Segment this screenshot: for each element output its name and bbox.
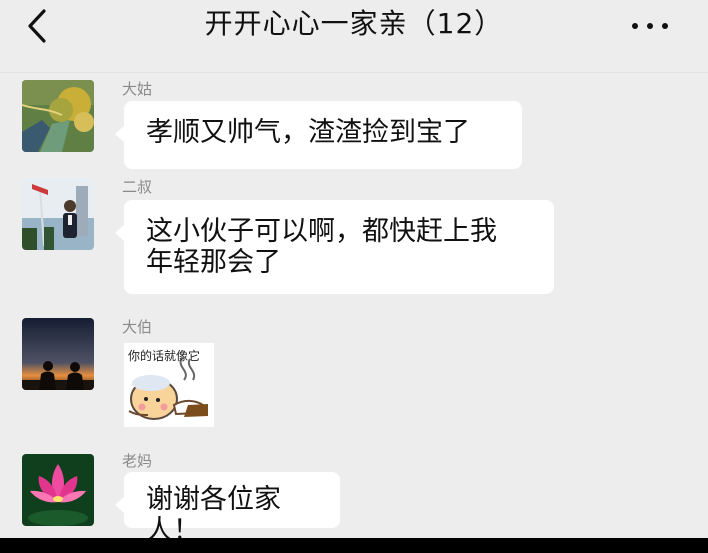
sunset-avatar-image (22, 318, 94, 390)
message-text-line: 孝顺又帅气，渣渣捡到宝了 (146, 117, 470, 148)
avatar[interactable] (22, 318, 94, 390)
more-options-icon[interactable] (632, 18, 672, 34)
bottom-edge-bar (0, 538, 708, 553)
avatar[interactable] (22, 80, 94, 152)
message-bubble[interactable]: 这小伙子可以啊，都快赶上我 年轻那会了 (115, 200, 554, 294)
landscape-avatar-image (22, 80, 94, 152)
message-text-line: 谢谢各位家人！ (146, 484, 281, 546)
lotus-avatar-image (22, 454, 94, 526)
sender-name: 老妈 (122, 452, 153, 470)
sender-name: 大伯 (122, 318, 153, 336)
avatar[interactable] (22, 178, 94, 250)
message-bubble[interactable]: 孝顺又帅气，渣渣捡到宝了 (115, 101, 522, 169)
sender-name: 大姑 (122, 80, 153, 98)
chat-title: 开开心心一家亲（12） (204, 7, 504, 40)
sticker-caption: 你的话就像它 (128, 349, 201, 363)
sticker-message[interactable]: 你的话就像它 (124, 343, 214, 427)
chat-header: 开开心心一家亲（12） (0, 0, 708, 73)
message-bubble[interactable]: 谢谢各位家人！ (115, 472, 340, 546)
avatar[interactable] (22, 454, 94, 526)
message-text-line: 这小伙子可以啊，都快赶上我 (146, 216, 497, 247)
portrait-avatar-image (22, 178, 94, 250)
message-text-line: 年轻那会了 (146, 247, 281, 278)
sender-name: 二叔 (122, 178, 153, 196)
